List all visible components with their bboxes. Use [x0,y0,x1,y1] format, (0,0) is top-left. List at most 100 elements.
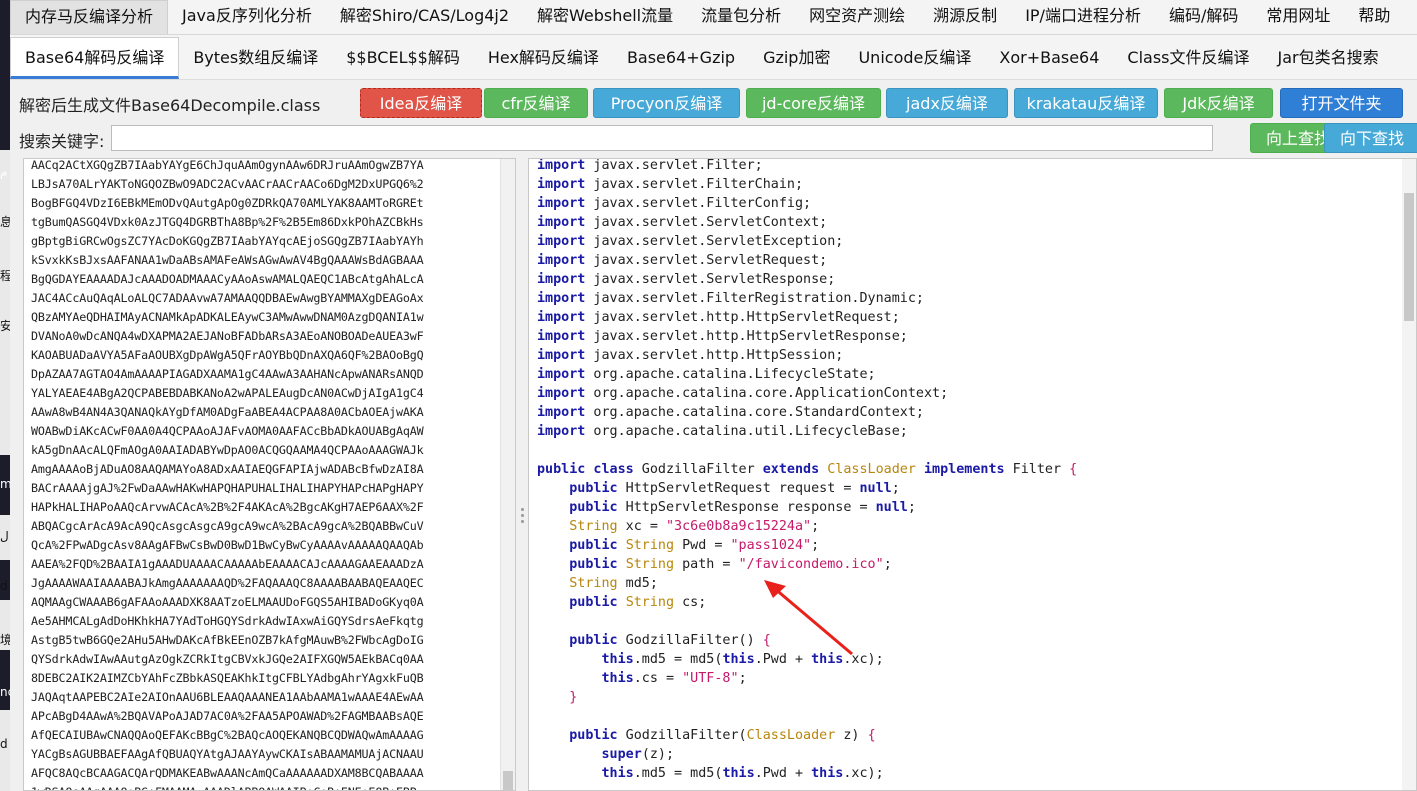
base64-line: YALYAEAE4ABgA2QCPABEBDABKANoA2wAPALEAugD… [31,386,424,400]
scrollbar-thumb[interactable] [503,771,513,790]
decompiled-code-panel[interactable]: import javax.servlet.Filter; import javax… [528,158,1417,791]
code-token: "pass1024" [730,538,812,553]
base64-input-panel[interactable]: AACq2ACtXGQgZB7IAabYAYgE6ChJquAAmOgynAAw… [23,158,516,791]
base64-line: BACrAAAAjgAJ%2FwDaAAwHAKwHAPQHAPUHALIHAL… [31,481,424,495]
code-token: { [1069,462,1078,477]
base64-line: QcA%2FPwADgcAsv8AAgAFBwCsBwD0BwD1BwCyBwC… [31,538,424,552]
code-token: "/favicondemo.ico" [738,557,884,572]
menu-asset-mapping[interactable]: 网空资产测绘 [795,0,919,34]
menu-pcap-analysis[interactable]: 流量包分析 [687,0,795,34]
menu-decrypt-shiro[interactable]: 解密Shiro/CAS/Log4j2 [326,0,523,34]
code-line: import javax.servlet.ServletResponse; [537,270,1077,289]
code-token: import [537,367,586,382]
cfr-decompile-button[interactable]: cfr反编译 [484,88,588,118]
code-token: .xc); [843,766,884,781]
code-line: import org.apache.catalina.util.Lifecycl… [537,422,1077,441]
code-token: implements [924,462,1005,477]
base64-line: JAQAqtAAPEBC2AIe2AIOnAAU6BLEAAQAAANEA1AA… [31,690,424,704]
strip-glyph: d [0,579,8,593]
jadx-decompile-button[interactable]: jadx反编译 [886,88,1008,118]
code-token: ClassLoader [827,462,916,477]
code-token: super [601,747,642,762]
sub-tab-bar: Base64解码反编译 Bytes数组反编译 $$BCEL$$解码 Hex解码反… [10,35,1417,80]
tab-gzip-encrypt[interactable]: Gzip加密 [749,37,844,79]
code-token: String [625,538,675,553]
menu-encode-decode[interactable]: 编码/解码 [1155,0,1252,34]
code-token: import [537,405,586,420]
code-token: import [537,272,586,287]
code-token: javax.servlet.http.HttpSession; [585,348,844,363]
base64-line: ABQACgcArAcA9AcA9QcAsgcAsgcA9gcA9wcA%2BA… [31,519,424,533]
tab-bytes-decompile[interactable]: Bytes数组反编译 [179,37,332,79]
base64-line: QBzAMYAeQDHAIMAyACNAMkApADKALEAywC3AMwAw… [31,310,424,324]
base64-line: YACgBsAGUBBAEFAAgAfQBUAQYAtgAJAAYAywCKAI… [31,747,424,761]
menu-webshell-traffic[interactable]: 解密Webshell流量 [523,0,687,34]
split-handle[interactable] [518,505,526,535]
code-token: this [601,766,634,781]
base64-line: BgQGDAYEAAAADAJcAAADOADMAAACyAAoAswAMALQ… [31,272,424,286]
jdk-decompile-button[interactable]: Jdk反编译 [1164,88,1273,118]
menu-java-deserialization[interactable]: Java反序列化分析 [168,0,326,34]
tab-class-decompile[interactable]: Class文件反编译 [1113,37,1263,79]
menu-traceback[interactable]: 溯源反制 [919,0,1011,34]
idea-decompile-button[interactable]: Idea反编译 [360,88,482,118]
base64-text[interactable]: AACq2ACtXGQgZB7IAabYAYgE6ChJquAAmOgynAAw… [31,158,496,790]
strip-glyph: م [0,165,8,179]
tab-bcel-decode[interactable]: $$BCEL$$解码 [332,37,474,79]
base64-scrollbar[interactable] [500,159,515,790]
background-window-strip: م 息 程 安 m ل d 境 nc d [0,0,10,791]
code-token: org.apache.catalina.core.StandardContext… [585,405,924,420]
code-token: public [569,557,618,572]
code-token: .cs = [633,671,683,686]
code-token: public [569,633,618,648]
base64-line: AAwA8wB4AN4A3QANAQkAYgDfAM0ADgFaABEA4ACP… [31,405,424,419]
tab-base64-decompile[interactable]: Base64解码反编译 [10,37,180,79]
search-label: 搜索关键字: [19,132,105,151]
tab-hex-decompile[interactable]: Hex解码反编译 [474,37,613,79]
menu-common-urls[interactable]: 常用网址 [1252,0,1344,34]
code-token: this [811,766,844,781]
base64-line: 8DEBC2AIK2AIMZCbYAhFcZBbkASQEAKhkItgCFBL… [31,671,424,685]
code-scrollbar[interactable] [1402,159,1416,790]
code-line: import javax.servlet.ServletContext; [537,213,1077,232]
base64-line: APcABgD4AAwA%2BQAVAPoAJAD7AC0A%2FAA5APOA… [31,709,424,723]
tab-jar-class-search[interactable]: Jar包类名搜索 [1264,37,1393,79]
code-line: import javax.servlet.Filter; [537,159,1077,175]
menu-ip-port-process[interactable]: IP/端口进程分析 [1011,0,1155,34]
open-folder-button[interactable]: 打开文件夹 [1280,88,1403,118]
code-token: .md5 = md5( [633,652,723,667]
code-token: import [537,177,586,192]
output-file-label: 解密后生成文件Base64Decompile.class [19,96,321,115]
code-token: GodzillaFilter( [617,728,747,743]
decompiler-toolbar: 解密后生成文件Base64Decompile.class Idea反编译 cfr… [10,80,1417,122]
code-token: org.apache.catalina.LifecycleState; [585,367,876,382]
strip-glyph: m [0,477,10,491]
tab-unicode-decompile[interactable]: Unicode反编译 [844,37,985,79]
base64-line: Ae5AHMCALgAdDoHKhkHA7YAdToHGQYSdrkAdwIAx… [31,614,424,628]
code-token: { [867,728,876,743]
menu-memshell-decompile[interactable]: 内存马反编译分析 [10,0,169,34]
code-token: import [537,215,586,230]
tab-xor-base64[interactable]: Xor+Base64 [985,37,1113,79]
procyon-decompile-button[interactable]: Procyon反编译 [593,88,740,118]
search-input[interactable] [111,125,1213,151]
code-token: md5; [617,576,658,591]
krakatau-decompile-button[interactable]: krakatau反编译 [1014,88,1158,118]
jdcore-decompile-button[interactable]: jd-core反编译 [746,88,881,118]
base64-line: DVANoA0wDcANQA4wDXAPMA2AEJANoBFADbARsA3A… [31,329,424,343]
menu-help[interactable]: 帮助 [1344,0,1404,34]
code-token: javax.servlet.FilterChain; [585,177,804,192]
code-line: public String path = "/favicondemo.ico"; [537,555,1077,574]
decompiled-code[interactable]: import javax.servlet.Filter; import javax… [537,159,1078,783]
base64-line: AACq2ACtXGQgZB7IAabYAYgE6ChJquAAmOgynAAw… [31,158,424,172]
scrollbar-thumb[interactable] [1404,193,1414,321]
find-next-button[interactable]: 向下查找 [1324,123,1417,153]
strip-glyph: 安 [0,319,10,333]
tab-base64-gzip[interactable]: Base64+Gzip [613,37,749,79]
code-line: import javax.servlet.FilterConfig; [537,194,1077,213]
base64-line: AfQECAIUBAwCNAQQAoQEFAKcBBgC%2BAQcAOQEKA… [31,728,424,742]
